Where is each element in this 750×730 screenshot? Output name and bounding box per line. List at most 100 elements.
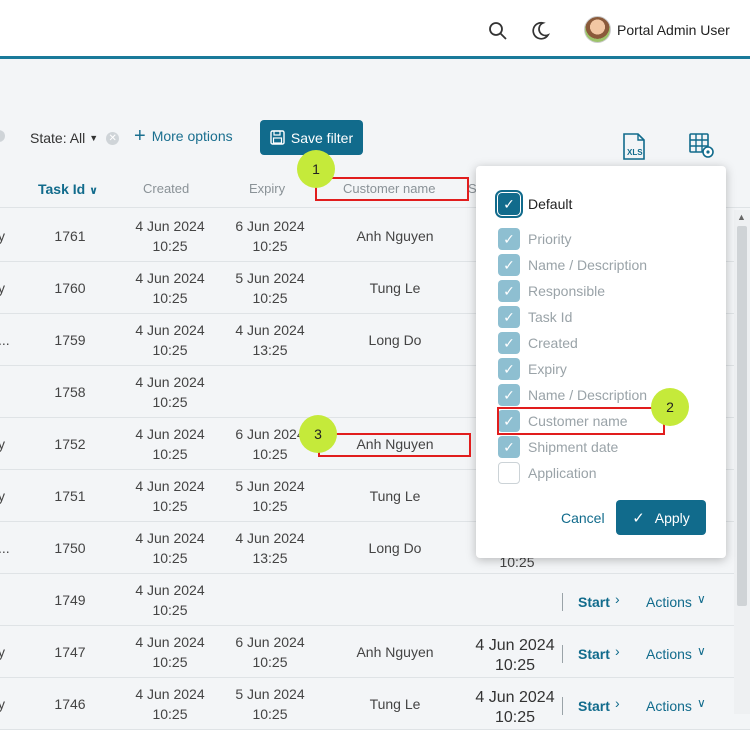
column-option[interactable]: ✓ Task Id	[498, 306, 572, 328]
column-header-task-id[interactable]: Task Id ∨	[38, 181, 98, 197]
row-lead-text: y	[0, 436, 5, 452]
row-lead-text: y	[0, 488, 5, 504]
table-row[interactable]: 1749 4 Jun 2024 10:25	[0, 574, 750, 626]
checkbox-checked-icon[interactable]: ✓	[498, 254, 520, 276]
column-option[interactable]: ✓ Created	[498, 332, 578, 354]
shipment-time: 10:25	[494, 709, 536, 726]
apply-button[interactable]: ✓ Apply	[616, 500, 706, 535]
cancel-button[interactable]: Cancel	[561, 510, 605, 526]
table-settings-icon[interactable]	[689, 133, 715, 164]
created-date-cell: 4 Jun 2024	[135, 478, 205, 494]
column-option[interactable]: ✓ Name / Description	[498, 384, 647, 406]
customer-name-cell: Anh Nguyen	[356, 228, 434, 244]
start-button[interactable]: Start	[578, 646, 610, 662]
column-option-label: Name / Description	[528, 257, 648, 273]
user-menu[interactable]: Portal Admin User	[584, 16, 730, 43]
column-option-label: Name / Description	[528, 387, 648, 403]
column-option-label: Task Id	[528, 309, 573, 325]
checkbox-checked-icon[interactable]: ✓	[498, 306, 520, 328]
vertical-scrollbar[interactable]: ▲	[734, 210, 750, 714]
default-option[interactable]: ✓ Default	[495, 190, 573, 218]
created-date-cell: 4 Jun 2024	[135, 686, 205, 702]
table-row[interactable]: y 1746 4 Jun 2024 10:25 5 Jun 2024 10:25 Tung …	[0, 678, 750, 730]
shipment-time: 10:25	[494, 657, 536, 674]
checkbox-checked-icon[interactable]: ✓	[498, 280, 520, 302]
created-time-cell: 10:25	[152, 498, 188, 514]
expiry-date-cell: 4 Jun 2024	[235, 322, 305, 338]
expiry-date-cell: 6 Jun 2024	[235, 426, 305, 442]
scroll-up-icon[interactable]: ▲	[737, 212, 746, 222]
annotation-badge-1: 1	[297, 150, 335, 188]
column-option[interactable]: Application	[498, 462, 597, 484]
task-id-cell: 1746	[54, 696, 86, 712]
floppy-disk-icon	[270, 130, 285, 145]
xls-export-icon[interactable]: XLS	[621, 133, 647, 166]
created-time-cell: 10:25	[152, 602, 188, 618]
expiry-time-cell: 10:25	[252, 498, 288, 514]
start-button[interactable]: Start	[578, 594, 610, 610]
created-time-cell: 10:25	[152, 706, 188, 722]
expiry-time-cell: 13:25	[252, 342, 288, 358]
highlight-customer-name-option	[497, 407, 665, 435]
shipment-date: 4 Jun 2024	[475, 689, 555, 706]
chevron-down-icon: ∨	[697, 644, 706, 658]
column-option-label: Application	[528, 465, 597, 481]
row-lead-text: y	[0, 696, 5, 712]
default-label: Default	[528, 196, 573, 212]
scrollbar-thumb[interactable]	[737, 226, 747, 606]
expiry-time-cell: 10:25	[252, 238, 288, 254]
column-option-label: Expiry	[528, 361, 567, 377]
column-option-label: Priority	[528, 231, 572, 247]
column-option[interactable]: ✓ Expiry	[498, 358, 567, 380]
save-filter-label: Save filter	[290, 129, 354, 146]
checkbox-checked-icon[interactable]: ✓	[498, 384, 520, 406]
checkbox-checked-icon[interactable]: ✓	[498, 228, 520, 250]
checkmark-icon: ✓	[632, 509, 645, 527]
checkbox-checked-icon[interactable]: ✓	[498, 436, 520, 458]
created-date-cell: 4 Jun 2024	[135, 270, 205, 286]
divider	[562, 593, 563, 611]
column-option[interactable]: ✓ Priority	[498, 228, 572, 250]
clear-state-icon[interactable]: ✕	[106, 131, 120, 145]
plus-icon: +	[134, 125, 146, 147]
expiry-time-cell: 10:25	[252, 654, 288, 670]
customer-name-cell: Anh Nguyen	[356, 644, 434, 660]
task-id-cell: 1758	[54, 384, 86, 400]
column-option[interactable]: ✓ Name / Description	[498, 254, 647, 276]
created-time-cell: 10:25	[152, 550, 188, 566]
moon-icon[interactable]	[528, 19, 552, 43]
checkbox-checked-icon[interactable]: ✓	[498, 358, 520, 380]
task-id-cell: 1752	[54, 436, 86, 452]
column-header-expiry[interactable]: Expiry	[249, 181, 285, 196]
checkbox-checked-icon[interactable]: ✓	[498, 332, 520, 354]
column-option[interactable]: ✓ Responsible	[498, 280, 605, 302]
column-header-created[interactable]: Created	[143, 181, 189, 196]
state-filter-label: State: All	[30, 130, 86, 146]
more-options-link[interactable]: + More options	[134, 125, 233, 147]
checkbox-empty-icon[interactable]	[498, 462, 520, 484]
search-icon[interactable]	[487, 20, 509, 42]
created-date-cell: 4 Jun 2024	[135, 530, 205, 546]
checkbox-checked-icon[interactable]: ✓	[495, 190, 523, 218]
actions-dropdown[interactable]: Actions	[646, 698, 692, 714]
task-id-cell: 1749	[54, 592, 86, 608]
created-date-cell: 4 Jun 2024	[135, 374, 205, 390]
expiry-time-cell: 10:25	[252, 446, 288, 462]
created-time-cell: 10:25	[152, 394, 188, 410]
expiry-time-cell: 13:25	[252, 550, 288, 566]
table-row[interactable]: y 1747 4 Jun 2024 10:25 6 Jun 2024 10:25 Anh N…	[0, 626, 750, 678]
expiry-date-cell: 5 Jun 2024	[235, 478, 305, 494]
task-id-cell: 1759	[54, 332, 86, 348]
expiry-date-cell: 6 Jun 2024	[235, 634, 305, 650]
column-option[interactable]: ✓ Shipment date	[498, 436, 618, 458]
actions-dropdown[interactable]: Actions	[646, 594, 692, 610]
svg-text:XLS: XLS	[627, 148, 643, 157]
row-lead-text: y	[0, 644, 5, 660]
actions-dropdown[interactable]: Actions	[646, 646, 692, 662]
customer-name-cell: Long Do	[368, 332, 422, 348]
state-filter[interactable]: State: All ▼ ✕	[30, 130, 120, 146]
created-time-cell: 10:25	[152, 342, 188, 358]
row-lead-text: y	[0, 280, 5, 296]
highlight-customer-name-cell	[318, 433, 471, 457]
start-button[interactable]: Start	[578, 698, 610, 714]
